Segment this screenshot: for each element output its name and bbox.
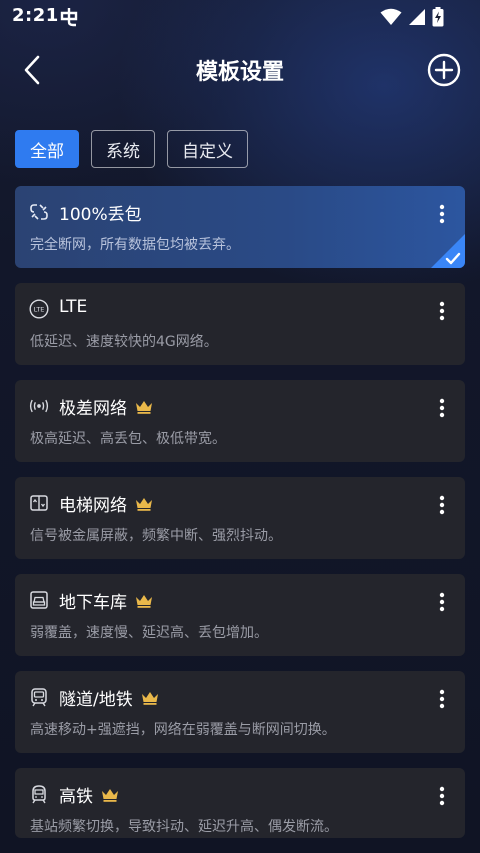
more-options-button[interactable] [433,493,451,517]
template-description: 信号被金属屏蔽，频繁中断、强烈抖动。 [30,528,282,544]
template-description: 弱覆盖，速度慢、延迟高、丢包增加。 [30,625,268,641]
subway-icon [31,688,47,707]
template-card-lte[interactable]: LTE LTE 低延迟、速度较快的4G网络。 [15,283,465,365]
template-title: 100%丢包 [59,205,142,225]
status-time: 2:21 [12,5,59,26]
template-title: 地下车库 [59,593,127,613]
filter-system[interactable]: 系统 [91,130,155,168]
notification-app-icon [60,8,78,27]
plus-circle-icon [427,53,461,87]
page-title: 模板设置 [195,60,284,85]
template-title: 隧道/地铁 [59,690,133,710]
selected-check-icon [431,234,465,268]
link-broken-icon [30,204,48,220]
template-description: 完全断网，所有数据包均被丢弃。 [30,237,240,253]
battery-charging-icon [432,7,444,27]
filter-tabs: 全部 系统 自定义 [15,130,248,168]
template-description: 基站频繁切换，导致抖动、延迟升高、偶发断流。 [30,819,338,835]
svg-text:LTE: LTE [34,306,45,314]
template-card-poor-network[interactable]: 极差网络 极高延迟、高丢包、极低带宽。 [15,380,465,462]
add-template-button[interactable] [426,52,462,88]
elevator-icon [30,495,48,511]
crown-icon [136,497,152,511]
crown-icon [141,691,158,705]
template-title: 电梯网络 [59,496,127,516]
status-bar: 2:21 [0,0,480,34]
crown-icon [136,594,152,608]
more-vertical-icon [439,592,445,612]
signal-broadcast-icon [29,399,49,413]
template-list: 100%丢包 完全断网，所有数据包均被丢弃。 LTE LTE 低延迟、速度较快的… [15,186,465,853]
more-options-button[interactable] [433,396,451,420]
more-options-button[interactable] [433,590,451,614]
more-vertical-icon [439,689,445,709]
more-options-button[interactable] [433,687,451,711]
filter-custom[interactable]: 自定义 [167,130,248,168]
status-icons [380,6,444,28]
wifi-icon [380,8,402,25]
template-card-elevator[interactable]: 电梯网络 信号被金属屏蔽，频繁中断、强烈抖动。 [15,477,465,559]
cell-signal-icon [409,9,425,25]
more-vertical-icon [439,495,445,515]
template-card-subway[interactable]: 隧道/地铁 高速移动+强遮挡，网络在弱覆盖与断网间切换。 [15,671,465,753]
garage-icon [30,591,48,609]
crown-icon [136,400,152,414]
template-card-packet-loss[interactable]: 100%丢包 完全断网，所有数据包均被丢弃。 [15,186,465,268]
more-options-button[interactable] [433,202,451,226]
more-options-button[interactable] [433,784,451,808]
high-speed-train-icon [32,785,46,804]
template-card-high-speed-train[interactable]: 高铁 基站频繁切换，导致抖动、延迟升高、偶发断流。 [15,768,465,838]
more-vertical-icon [439,786,445,806]
more-vertical-icon [439,301,445,321]
crown-icon [102,788,118,802]
filter-all[interactable]: 全部 [15,130,79,168]
template-title: 高铁 [59,787,93,807]
template-description: 极高延迟、高丢包、极低带宽。 [30,431,226,447]
more-vertical-icon [439,398,445,418]
template-description: 高速移动+强遮挡，网络在弱覆盖与断网间切换。 [30,722,336,738]
template-card-garage[interactable]: 地下车库 弱覆盖，速度慢、延迟高、丢包增加。 [15,574,465,656]
lte-icon: LTE [29,299,49,319]
more-options-button[interactable] [433,299,451,323]
template-title: LTE [59,297,88,317]
header: 模板设置 [0,42,480,98]
template-description: 低延迟、速度较快的4G网络。 [30,334,218,350]
template-title: 极差网络 [59,399,127,419]
more-vertical-icon [439,204,445,224]
